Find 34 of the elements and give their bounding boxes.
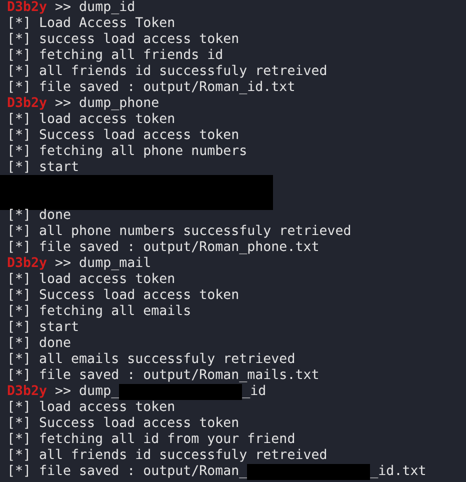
command-text: >> dump_id (54, 0, 136, 16)
command-text: >> dump_mail (54, 256, 152, 272)
output-text: [*] all friends id successfuly retreived (7, 64, 328, 80)
output-text: [*] fetching all phone numbers (7, 144, 248, 160)
output-text: [*] load access token (7, 272, 176, 288)
output-text: [*] fetching all id from your friend (7, 432, 296, 448)
output-text: [*] file saved : output/Roman_phone.txt (7, 240, 320, 256)
output-text: [*] Success load access token (7, 128, 240, 144)
output-text: [*] load access token (7, 112, 176, 128)
command-text: >> dump_ (54, 384, 120, 400)
output-text: [*] Success load access token (7, 288, 240, 304)
output-text: [*] file saved : output/Roman_ (7, 464, 248, 480)
prompt-user: D3b2y (7, 96, 48, 112)
output-text: [*] start (7, 160, 80, 176)
output-text: [*] file saved : output/Roman_id.txt (7, 80, 296, 96)
command-text: >> dump_phone (54, 96, 160, 112)
output-text: [*] fetching all friends id (7, 48, 224, 64)
output-text: [*] all phone numbers successfuly retrieved (7, 224, 352, 240)
output-text: [*] success load access token (7, 32, 240, 48)
output-text: [*] all emails successfuly retrieved (7, 352, 296, 368)
output-text: [*] done (7, 208, 72, 224)
command-text: _id (242, 384, 266, 400)
output-text: [*] Load Access Token (7, 16, 176, 32)
prompt-user: D3b2y (7, 384, 48, 400)
output-text: [*] all friends id successfuly retreived (7, 448, 328, 464)
output-text: [*] done (7, 336, 72, 352)
prompt-user: D3b2y (7, 256, 48, 272)
prompt-user: D3b2y (7, 0, 48, 16)
output-text: [*] load access token (7, 400, 176, 416)
output-text: [*] start (7, 320, 80, 336)
output-text: [*] fetching all emails (7, 304, 192, 320)
output-text: _id.txt (370, 464, 426, 480)
output-text: [*] Success load access token (7, 416, 240, 432)
output-text: [*] file saved : output/Roman_mails.txt (7, 368, 320, 384)
